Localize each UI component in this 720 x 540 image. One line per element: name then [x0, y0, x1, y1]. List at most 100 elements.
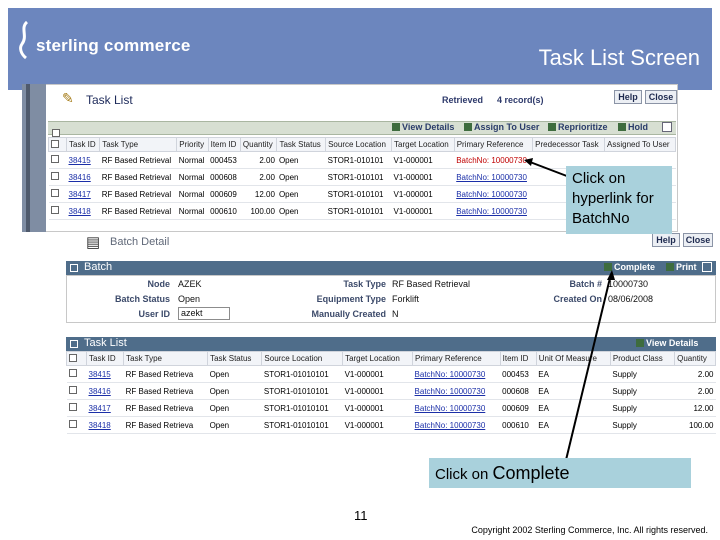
row-checkbox[interactable] — [48, 202, 67, 220]
item-id: 000608 — [500, 382, 537, 400]
batch-detail-title: Batch Detail — [110, 236, 170, 248]
expand-icon[interactable] — [662, 122, 672, 132]
column-header[interactable]: Primary Reference — [412, 351, 501, 366]
complete-button[interactable]: Complete — [604, 262, 655, 272]
column-header[interactable]: Priority — [176, 137, 209, 152]
row-checkbox[interactable] — [48, 185, 67, 203]
column-header[interactable]: Item ID — [207, 137, 241, 152]
batch-no-link[interactable]: BatchNo: 10000730 — [454, 151, 533, 169]
column-header[interactable]: Target Location — [342, 351, 414, 366]
batch-task-table: Task ID Task Type Task Status Source Loc… — [66, 351, 716, 434]
batch-no-link[interactable]: BatchNo: 10000730 — [412, 382, 501, 400]
node-label: Node — [147, 279, 171, 289]
priority: Normal — [176, 168, 209, 186]
task-id-link[interactable]: 38418 — [66, 202, 100, 220]
close-button[interactable]: Close — [645, 90, 677, 104]
column-header[interactable]: Primary Reference — [453, 137, 534, 152]
quantity: 2.00 — [674, 365, 716, 383]
task-id-link[interactable]: 38415 — [86, 365, 124, 383]
column-header[interactable]: Source Location — [261, 351, 344, 366]
column-header[interactable]: Item ID — [499, 351, 537, 366]
expand-icon[interactable] — [702, 262, 712, 272]
task-id-link[interactable]: 38417 — [66, 185, 100, 203]
task-list-icon: ✎ — [62, 90, 74, 106]
batch-no-link[interactable]: BatchNo: 10000730 — [412, 365, 501, 383]
target-location: V1-000001 — [391, 202, 455, 220]
unit-of-measure: EA — [536, 416, 611, 434]
item-id: 000608 — [208, 168, 241, 186]
column-header[interactable]: Task Type — [99, 137, 178, 152]
item-id: 000609 — [208, 185, 241, 203]
target-location: V1-000001 — [391, 168, 455, 186]
header-checkbox[interactable] — [48, 137, 67, 152]
print-icon — [666, 263, 674, 271]
batch-no-link[interactable]: BatchNo: 10000730 — [454, 168, 533, 186]
collapse-icon[interactable] — [70, 340, 78, 348]
task-id-link[interactable]: 38417 — [86, 399, 124, 417]
column-header[interactable]: Product Class — [609, 351, 676, 366]
target-location: V1-000001 — [342, 382, 413, 400]
reprioritize-button[interactable]: Reprioritize — [548, 122, 608, 132]
task-status: Open — [276, 202, 326, 220]
column-header[interactable]: Task Status — [207, 351, 263, 366]
help-button[interactable]: Help — [652, 233, 680, 247]
task-id-link[interactable]: 38416 — [66, 168, 100, 186]
help-button[interactable]: Help — [614, 90, 642, 104]
batch-no-link[interactable]: BatchNo: 10000730 — [454, 202, 533, 220]
column-header[interactable]: Target Location — [391, 137, 455, 152]
task-status: Open — [276, 168, 326, 186]
row-checkbox[interactable] — [66, 399, 87, 417]
retrieved-count: 4 record(s) — [497, 95, 544, 105]
view-details-button[interactable]: View Details — [392, 122, 454, 132]
product-class: Supply — [610, 416, 675, 434]
column-header[interactable]: Source Location — [325, 137, 393, 152]
target-location: V1-000001 — [342, 399, 413, 417]
row-checkbox[interactable] — [66, 416, 87, 434]
task-type: RF Based Retrieval — [99, 168, 177, 186]
view-details-button[interactable]: View Details — [636, 338, 698, 348]
row-checkbox[interactable] — [48, 151, 67, 169]
node-value: AZEK — [178, 279, 202, 289]
column-header[interactable]: Task ID — [85, 351, 125, 366]
user-id-field[interactable]: azekt — [178, 307, 230, 320]
row-checkbox[interactable] — [66, 382, 87, 400]
column-header[interactable]: Quantity — [239, 137, 278, 152]
view-details-icon — [636, 339, 644, 347]
table-row: 38416 RF Based Retrieva Open STOR1-01010… — [66, 382, 716, 400]
task-type-value: RF Based Retrieval — [392, 279, 471, 289]
collapse-icon[interactable] — [70, 264, 78, 272]
column-header[interactable]: Unit Of Measure — [535, 351, 611, 366]
batch-section-title: Batch — [84, 261, 113, 273]
close-button[interactable]: Close — [683, 233, 713, 247]
task-type: RF Based Retrieval — [99, 151, 177, 169]
column-header[interactable]: Task ID — [65, 137, 101, 152]
header-checkbox[interactable] — [66, 351, 87, 366]
task-status: Open — [207, 382, 262, 400]
priority: Normal — [176, 185, 209, 203]
print-button[interactable]: Print — [666, 262, 697, 272]
task-type: RF Based Retrieval — [99, 185, 177, 203]
item-id: 000610 — [208, 202, 241, 220]
column-header[interactable]: Predecessor Task — [532, 137, 606, 152]
task-status: Open — [276, 185, 326, 203]
assign-to-user-button[interactable]: Assign To User — [464, 122, 539, 132]
retrieved-label: Retrieved — [442, 95, 484, 105]
row-checkbox[interactable] — [48, 168, 67, 186]
task-id-link[interactable]: 38415 — [66, 151, 100, 169]
column-header[interactable]: Quantity — [674, 351, 716, 366]
unit-of-measure: EA — [536, 382, 611, 400]
column-header[interactable]: Task Status — [276, 137, 327, 152]
task-id-link[interactable]: 38418 — [86, 416, 124, 434]
column-header[interactable]: Assigned To User — [604, 137, 676, 152]
item-id: 000453 — [500, 365, 537, 383]
table-header-row: Task ID Task Type Task Status Source Loc… — [66, 351, 716, 366]
row-checkbox[interactable] — [66, 365, 87, 383]
column-header[interactable]: Task Type — [123, 351, 209, 366]
batch-no-link[interactable]: BatchNo: 10000730 — [412, 416, 501, 434]
quantity: 100.00 — [240, 202, 277, 220]
batch-no-link[interactable]: BatchNo: 10000730 — [412, 399, 501, 417]
hold-button[interactable]: Hold — [618, 122, 648, 132]
task-id-link[interactable]: 38416 — [86, 382, 124, 400]
page-number: 11 — [354, 508, 368, 523]
batch-no-link[interactable]: BatchNo: 10000730 — [454, 185, 533, 203]
